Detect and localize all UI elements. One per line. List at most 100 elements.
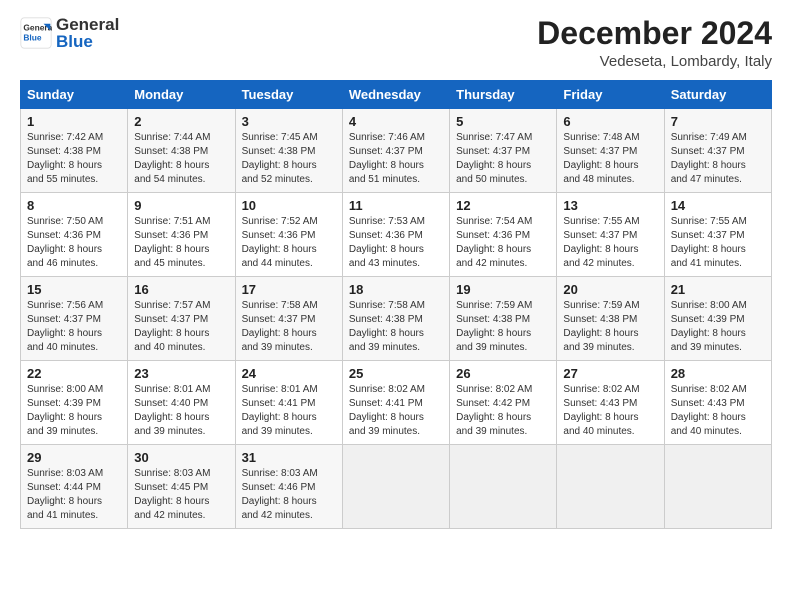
daylight-label: Daylight: 8 hours and 40 minutes. [671,412,746,437]
calendar-weekday-monday: Monday [128,81,235,109]
sunset-label: Sunset: 4:43 PM [671,398,745,409]
daylight-label: Daylight: 8 hours and 40 minutes. [134,328,209,353]
day-number: 15 [27,282,121,297]
daylight-label: Daylight: 8 hours and 42 minutes. [456,244,531,269]
daylight-label: Daylight: 8 hours and 39 minutes. [349,412,424,437]
calendar-cell: 11 Sunrise: 7:53 AM Sunset: 4:36 PM Dayl… [342,193,449,277]
day-info: Sunrise: 7:59 AM Sunset: 4:38 PM Dayligh… [456,299,550,355]
calendar-cell: 12 Sunrise: 7:54 AM Sunset: 4:36 PM Dayl… [450,193,557,277]
day-number: 3 [242,114,336,129]
sunset-label: Sunset: 4:38 PM [563,314,637,325]
daylight-label: Daylight: 8 hours and 48 minutes. [563,160,638,185]
sunset-label: Sunset: 4:37 PM [671,230,745,241]
header: General Blue General Blue December 2024 … [20,16,772,70]
calendar-cell: 2 Sunrise: 7:44 AM Sunset: 4:38 PM Dayli… [128,109,235,193]
calendar-cell: 24 Sunrise: 8:01 AM Sunset: 4:41 PM Dayl… [235,361,342,445]
daylight-label: Daylight: 8 hours and 42 minutes. [242,496,317,521]
calendar-cell: 27 Sunrise: 8:02 AM Sunset: 4:43 PM Dayl… [557,361,664,445]
sunset-label: Sunset: 4:37 PM [27,314,101,325]
day-number: 24 [242,366,336,381]
calendar-header-row: SundayMondayTuesdayWednesdayThursdayFrid… [21,81,772,109]
day-number: 23 [134,366,228,381]
daylight-label: Daylight: 8 hours and 39 minutes. [349,328,424,353]
day-number: 19 [456,282,550,297]
day-number: 1 [27,114,121,129]
day-number: 22 [27,366,121,381]
day-info: Sunrise: 7:45 AM Sunset: 4:38 PM Dayligh… [242,131,336,187]
day-number: 26 [456,366,550,381]
calendar-cell: 10 Sunrise: 7:52 AM Sunset: 4:36 PM Dayl… [235,193,342,277]
sunset-label: Sunset: 4:37 PM [242,314,316,325]
calendar-week-row: 29 Sunrise: 8:03 AM Sunset: 4:44 PM Dayl… [21,445,772,529]
daylight-label: Daylight: 8 hours and 40 minutes. [563,412,638,437]
daylight-label: Daylight: 8 hours and 41 minutes. [27,496,102,521]
svg-text:Blue: Blue [23,33,42,43]
sunrise-label: Sunrise: 7:57 AM [134,300,210,311]
calendar-cell: 3 Sunrise: 7:45 AM Sunset: 4:38 PM Dayli… [235,109,342,193]
calendar-cell: 21 Sunrise: 8:00 AM Sunset: 4:39 PM Dayl… [664,277,771,361]
day-number: 27 [563,366,657,381]
calendar-cell: 26 Sunrise: 8:02 AM Sunset: 4:42 PM Dayl… [450,361,557,445]
day-info: Sunrise: 7:55 AM Sunset: 4:37 PM Dayligh… [671,215,765,271]
sunrise-label: Sunrise: 7:58 AM [242,300,318,311]
day-info: Sunrise: 8:02 AM Sunset: 4:43 PM Dayligh… [671,383,765,439]
daylight-label: Daylight: 8 hours and 52 minutes. [242,160,317,185]
day-number: 20 [563,282,657,297]
sunset-label: Sunset: 4:37 PM [349,146,423,157]
calendar-weekday-tuesday: Tuesday [235,81,342,109]
daylight-label: Daylight: 8 hours and 43 minutes. [349,244,424,269]
daylight-label: Daylight: 8 hours and 54 minutes. [134,160,209,185]
sunset-label: Sunset: 4:38 PM [134,146,208,157]
calendar-cell: 28 Sunrise: 8:02 AM Sunset: 4:43 PM Dayl… [664,361,771,445]
day-info: Sunrise: 7:56 AM Sunset: 4:37 PM Dayligh… [27,299,121,355]
calendar-cell [342,445,449,529]
sunset-label: Sunset: 4:37 PM [671,146,745,157]
calendar-week-row: 15 Sunrise: 7:56 AM Sunset: 4:37 PM Dayl… [21,277,772,361]
daylight-label: Daylight: 8 hours and 41 minutes. [671,244,746,269]
day-info: Sunrise: 7:58 AM Sunset: 4:37 PM Dayligh… [242,299,336,355]
daylight-label: Daylight: 8 hours and 42 minutes. [563,244,638,269]
calendar-cell: 14 Sunrise: 7:55 AM Sunset: 4:37 PM Dayl… [664,193,771,277]
sunset-label: Sunset: 4:46 PM [242,482,316,493]
calendar-weekday-wednesday: Wednesday [342,81,449,109]
day-info: Sunrise: 7:55 AM Sunset: 4:37 PM Dayligh… [563,215,657,271]
calendar-cell: 18 Sunrise: 7:58 AM Sunset: 4:38 PM Dayl… [342,277,449,361]
daylight-label: Daylight: 8 hours and 45 minutes. [134,244,209,269]
daylight-label: Daylight: 8 hours and 42 minutes. [134,496,209,521]
page: General Blue General Blue December 2024 … [0,0,792,612]
sunrise-label: Sunrise: 7:56 AM [27,300,103,311]
daylight-label: Daylight: 8 hours and 39 minutes. [456,328,531,353]
daylight-label: Daylight: 8 hours and 44 minutes. [242,244,317,269]
calendar-cell: 29 Sunrise: 8:03 AM Sunset: 4:44 PM Dayl… [21,445,128,529]
sunrise-label: Sunrise: 7:53 AM [349,216,425,227]
logo-blue-text: Blue [56,33,119,50]
sunset-label: Sunset: 4:38 PM [27,146,101,157]
day-number: 13 [563,198,657,213]
day-number: 14 [671,198,765,213]
sunrise-label: Sunrise: 7:44 AM [134,132,210,143]
calendar-cell [557,445,664,529]
calendar-cell: 9 Sunrise: 7:51 AM Sunset: 4:36 PM Dayli… [128,193,235,277]
sunset-label: Sunset: 4:44 PM [27,482,101,493]
sunset-label: Sunset: 4:40 PM [134,398,208,409]
day-info: Sunrise: 7:44 AM Sunset: 4:38 PM Dayligh… [134,131,228,187]
sunrise-label: Sunrise: 8:02 AM [456,384,532,395]
daylight-label: Daylight: 8 hours and 51 minutes. [349,160,424,185]
sunrise-label: Sunrise: 7:50 AM [27,216,103,227]
calendar-cell: 25 Sunrise: 8:02 AM Sunset: 4:41 PM Dayl… [342,361,449,445]
calendar-cell: 19 Sunrise: 7:59 AM Sunset: 4:38 PM Dayl… [450,277,557,361]
day-number: 10 [242,198,336,213]
logo: General Blue General Blue [20,16,119,50]
sunrise-label: Sunrise: 7:55 AM [671,216,747,227]
calendar-cell [450,445,557,529]
day-number: 29 [27,450,121,465]
day-number: 16 [134,282,228,297]
day-number: 28 [671,366,765,381]
day-number: 18 [349,282,443,297]
calendar-cell: 6 Sunrise: 7:48 AM Sunset: 4:37 PM Dayli… [557,109,664,193]
day-info: Sunrise: 7:51 AM Sunset: 4:36 PM Dayligh… [134,215,228,271]
calendar-cell: 30 Sunrise: 8:03 AM Sunset: 4:45 PM Dayl… [128,445,235,529]
daylight-label: Daylight: 8 hours and 40 minutes. [27,328,102,353]
calendar-week-row: 22 Sunrise: 8:00 AM Sunset: 4:39 PM Dayl… [21,361,772,445]
day-info: Sunrise: 7:47 AM Sunset: 4:37 PM Dayligh… [456,131,550,187]
